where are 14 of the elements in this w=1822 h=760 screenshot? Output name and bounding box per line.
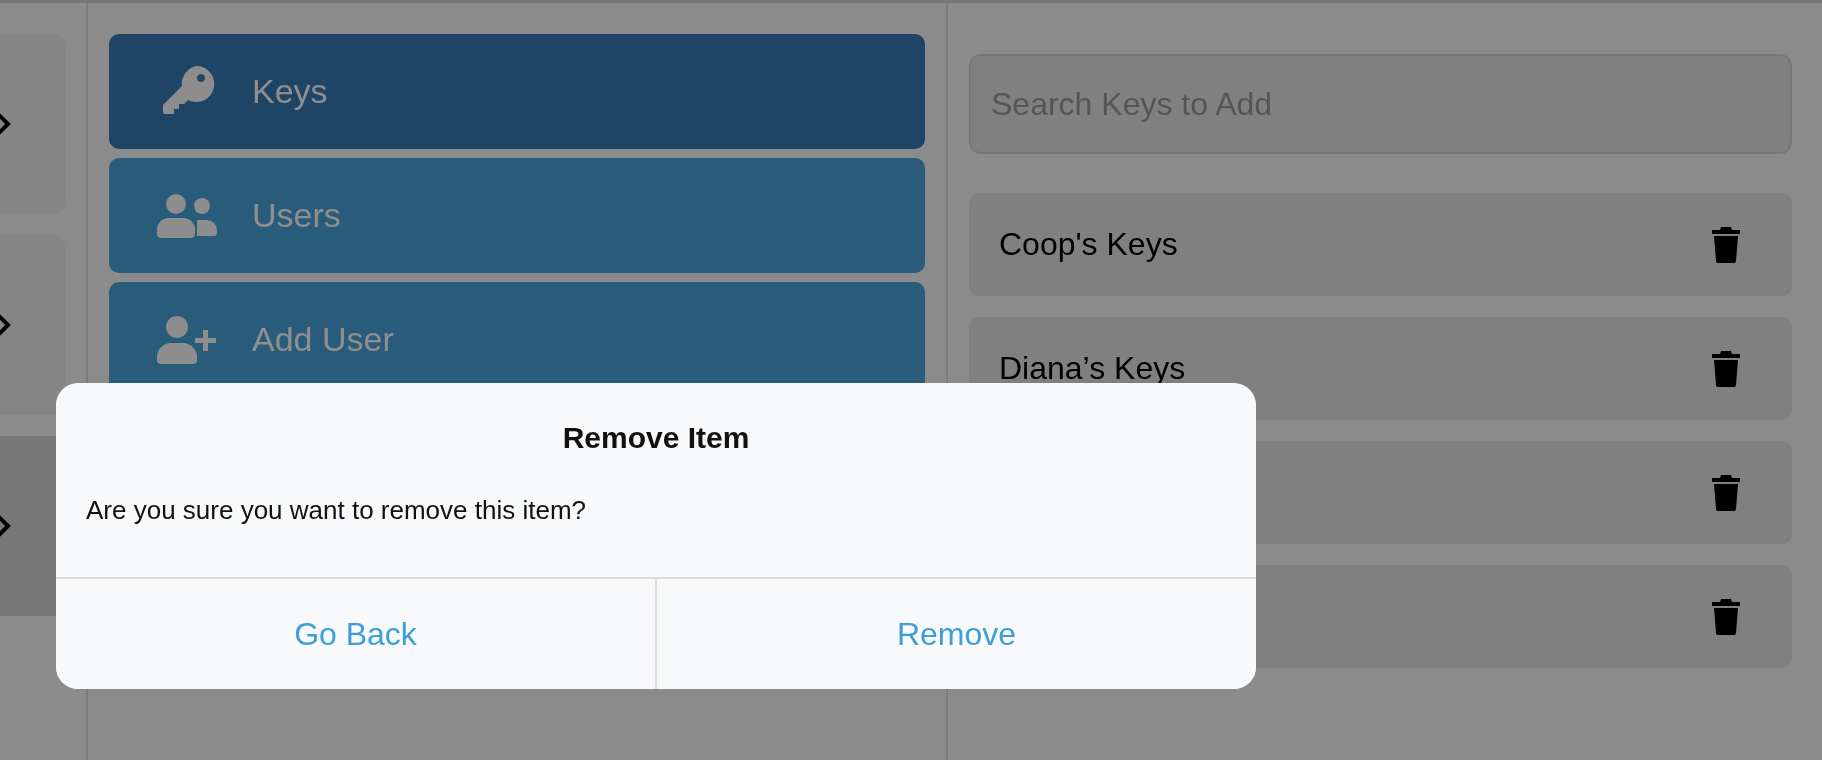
add-user-icon (157, 315, 217, 364)
users-icon (157, 193, 217, 238)
trash-icon[interactable] (1712, 598, 1740, 635)
trash-icon[interactable] (1712, 226, 1740, 263)
key-set-name: Coop's Keys (999, 226, 1178, 263)
trash-icon[interactable] (1712, 474, 1740, 511)
key-set-name: Diana’s Keys (999, 350, 1186, 387)
dialog-button[interactable]: Remove (655, 579, 1256, 689)
trash-icon[interactable] (1712, 350, 1740, 387)
key-set-row[interactable]: Coop's Keys (969, 193, 1792, 296)
dialog-title: Remove Item (562, 421, 750, 455)
menu-button[interactable]: Users (109, 158, 925, 273)
dialog-message: Are you sure you want to remove this item? (86, 495, 587, 526)
menu-button[interactable]: Keys (109, 34, 925, 149)
